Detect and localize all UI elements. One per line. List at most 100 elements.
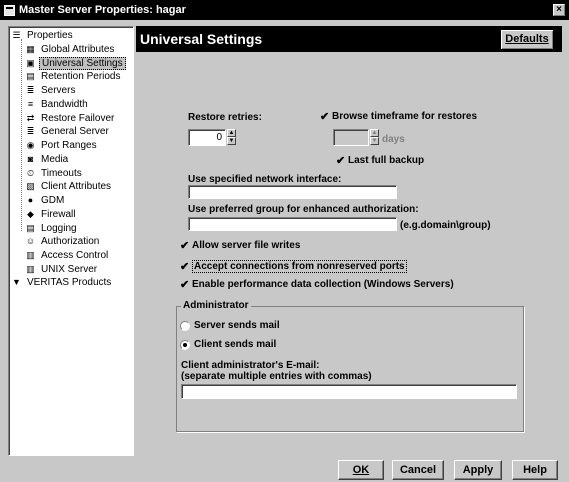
media-icon: ◙ [27, 153, 34, 164]
tree-item-global-attributes[interactable]: ▦ Global Attributes [25, 43, 116, 56]
network-interface-input[interactable] [188, 185, 397, 199]
tree-connector-line [21, 39, 22, 231]
tree-item-label: Universal Settings [39, 56, 126, 70]
tree-item-universal-settings[interactable]: ▣ Universal Settings [25, 56, 126, 70]
tree-item-firewall[interactable]: ◆ Firewall [25, 208, 77, 221]
restore-retries-spinner[interactable]: ▲ ▼ [227, 129, 236, 146]
tree-item-label: UNIX Server [41, 263, 98, 275]
tree-item-label: General Server [41, 126, 109, 138]
tree-item-bandwidth[interactable]: ≡ Bandwidth [25, 98, 90, 111]
port-ranges-icon: ◉ [26, 140, 35, 150]
spin-down-icon[interactable]: ▼ [227, 137, 236, 145]
close-icon[interactable]: × [553, 4, 565, 16]
tree-item-label: Bandwidth [41, 98, 88, 110]
retention-periods-icon: ▤ [26, 71, 35, 82]
ok-button[interactable]: OK [338, 460, 384, 480]
last-full-backup-label: Last full backup [348, 155, 425, 166]
days-input[interactable] [333, 129, 369, 146]
tree-item-gdm[interactable]: ● GDM [25, 194, 66, 207]
nonreserved-ports-checkbox[interactable]: ✔ Accept connections from nonreserved po… [180, 260, 407, 273]
tree-item-restore-failover[interactable]: ⇄ Restore Failover [25, 112, 116, 125]
tree-item-label: Port Ranges [41, 140, 97, 151]
settings-panel: Universal Settings Defaults Restore retr… [136, 26, 562, 456]
tree-item-label: Servers [41, 85, 76, 96]
tree-item-servers[interactable]: ≣ Servers [25, 84, 77, 97]
spin-up-icon[interactable]: ▲ [370, 129, 379, 137]
tree-item-label: GDM [41, 195, 65, 206]
cancel-button[interactable]: Cancel [392, 460, 444, 480]
check-icon: ✔ [180, 260, 190, 273]
timeouts-icon: ⏲ [26, 167, 35, 178]
tree-item-authorization[interactable]: ☺ Authorization [25, 235, 101, 248]
properties-icon: ☰ [12, 30, 21, 40]
dialog-button-bar: OK Cancel Apply Help [0, 460, 569, 482]
tree-item-client-attributes[interactable]: ▧ Client Attributes [25, 180, 113, 193]
tree-item-label: Restore Failover [41, 112, 115, 124]
restore-retries-label: Restore retries: [188, 112, 262, 123]
tree-item-unix-server[interactable]: ▥ UNIX Server [25, 263, 99, 276]
tree-item-label: Properties [27, 30, 73, 41]
help-button-label: Help [523, 464, 547, 476]
unix-server-icon: ▥ [26, 263, 35, 274]
access-control-icon: ▥ [26, 250, 35, 260]
cancel-button-label: Cancel [399, 464, 437, 476]
tree-item-label: Logging [41, 222, 77, 234]
restore-retries-input[interactable]: 0 [188, 129, 226, 146]
tree-item-timeouts[interactable]: ⏲ Timeouts [25, 167, 84, 180]
tree-item-retention-periods[interactable]: ▤ Retention Periods [25, 70, 123, 83]
global-attributes-icon: ▦ [26, 43, 35, 54]
tree-item-logging[interactable]: ▤ Logging [25, 222, 79, 235]
properties-tree[interactable]: ☰ Properties ▦ Global Attributes ▣ Universal … [8, 26, 134, 456]
client-sends-mail-radio[interactable]: Client sends mail [180, 339, 276, 350]
spin-down-icon[interactable]: ▼ [370, 137, 379, 145]
browse-timeframe-checkbox[interactable]: ✔ Browse timeframe for restores [320, 111, 477, 122]
nonreserved-ports-label: Accept connections from nonreserved port… [192, 260, 407, 273]
universal-settings-icon: ▣ [26, 57, 35, 68]
panel-header: Universal Settings Defaults [136, 26, 562, 52]
tree-item-label: Authorization [41, 236, 100, 248]
tree-item-veritas-products[interactable]: ▼ VERITAS Products [11, 276, 113, 289]
apply-button[interactable]: Apply [454, 460, 502, 480]
check-icon: ✔ [180, 278, 190, 291]
defaults-button[interactable]: Defaults [500, 29, 554, 50]
tree-item-label: Access Control [41, 250, 109, 261]
window-menu-icon[interactable] [4, 4, 15, 16]
tree-item-label: Media [41, 153, 69, 165]
tree-item-label: Retention Periods [41, 71, 121, 83]
days-spinner[interactable]: ▲ ▼ [370, 129, 379, 146]
window-title-bar[interactable]: Master Server Properties: hagar × [0, 0, 569, 20]
last-full-backup-checkbox[interactable]: ✔ Last full backup [336, 155, 424, 166]
admin-email-input[interactable] [181, 384, 517, 399]
tree-item-properties[interactable]: ☰ Properties [11, 29, 75, 42]
check-icon: ✔ [180, 239, 190, 252]
logging-icon: ▤ [26, 222, 35, 233]
tree-item-port-ranges[interactable]: ◉ Port Ranges [25, 139, 99, 152]
server-sends-mail-radio[interactable]: Server sends mail [180, 320, 280, 331]
authorization-icon: ☺ [25, 236, 36, 247]
allow-server-file-writes-checkbox[interactable]: ✔ Allow server file writes [180, 240, 300, 251]
restore-failover-icon: ⇄ [26, 112, 35, 123]
administrator-legend: Administrator [181, 300, 251, 311]
allow-server-file-writes-label: Allow server file writes [192, 240, 301, 251]
defaults-button-label: Defaults [505, 33, 549, 45]
performance-data-checkbox[interactable]: ✔ Enable performance data collection (Wi… [180, 279, 454, 290]
preferred-group-label: Use preferred group for enhanced authori… [188, 204, 419, 215]
browse-timeframe-label: Browse timeframe for restores [332, 111, 478, 122]
spin-up-icon[interactable]: ▲ [227, 129, 236, 137]
tree-item-access-control[interactable]: ▥ Access Control [25, 249, 110, 262]
performance-data-label: Enable performance data collection (Wind… [192, 279, 454, 290]
tree-item-label: Global Attributes [41, 43, 115, 55]
firewall-icon: ◆ [27, 208, 34, 219]
tree-item-general-server[interactable]: ≣ General Server [25, 125, 111, 138]
radio-icon [180, 339, 190, 350]
general-server-icon: ≣ [26, 126, 35, 137]
help-button[interactable]: Help [512, 460, 558, 480]
email-label: Client administrator's E-mail: [181, 360, 320, 371]
client-sends-mail-label: Client sends mail [194, 339, 277, 350]
preferred-group-input[interactable] [188, 217, 397, 231]
days-label: days [382, 134, 405, 145]
preferred-group-hint: (e.g.domain\group) [400, 220, 491, 231]
tree-item-media[interactable]: ◙ Media [25, 153, 70, 166]
tree-item-label: Firewall [41, 208, 76, 220]
bandwidth-icon: ≡ [27, 98, 34, 109]
